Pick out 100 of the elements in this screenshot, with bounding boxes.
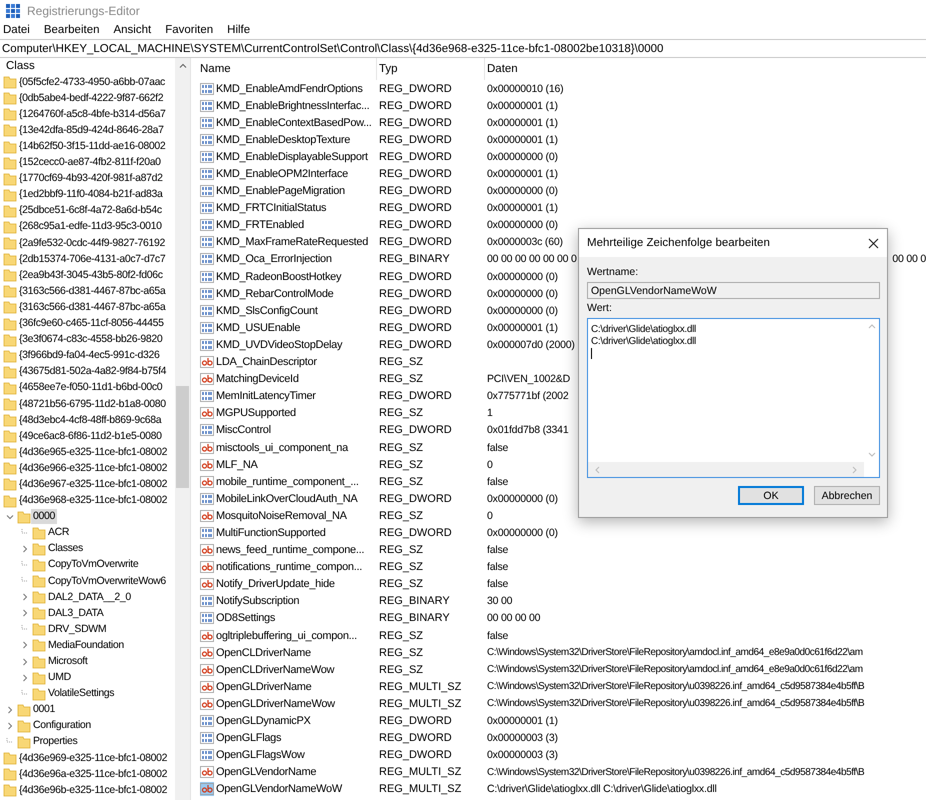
scroll-thumb[interactable] xyxy=(176,386,189,488)
tree-item[interactable]: DAL3_DATA xyxy=(46,606,106,621)
chevron-down-icon[interactable] xyxy=(6,512,14,521)
tree-item[interactable]: {14b62f50-3f15-11dd-ae16-08002 xyxy=(17,139,168,154)
table-cell[interactable]: news_feed_runtime_compone... xyxy=(216,544,364,556)
tree-item[interactable]: {43675d81-502a-4a82-9f84-b75f4 xyxy=(17,364,168,380)
table-cell[interactable]: KMD_UVDVideoStopDelay xyxy=(216,338,342,351)
table-cell[interactable]: OpenGLDriverNameWow xyxy=(216,698,335,710)
table-cell[interactable]: OpenGLVendorName xyxy=(216,766,316,778)
table-cell[interactable]: OpenGLVendorNameWoW xyxy=(216,783,342,796)
table-cell[interactable]: KMD_EnableAmdFendrOptions xyxy=(216,82,363,95)
table-cell[interactable]: KMD_EnablePageMigration xyxy=(216,185,345,198)
address-bar[interactable]: Computer\HKEY_LOCAL_MACHINE\SYSTEM\CurrentControlSet\Control\Class\{4d36e968-e325-11ce-bfc1-08002be10318}\0000 xyxy=(0,39,926,58)
table-cell[interactable]: MultiFunctionSupported xyxy=(216,526,326,539)
tree-item[interactable]: CopyToVmOverwrite xyxy=(46,557,140,572)
table-cell[interactable]: Notify_DriverUpdate_hide xyxy=(216,578,335,590)
chevron-right-icon[interactable] xyxy=(6,722,14,730)
menu-item[interactable]: Hilfe xyxy=(224,24,258,36)
table-cell[interactable]: NotifySubscription xyxy=(216,595,300,608)
column-header[interactable]: Name xyxy=(195,58,377,80)
tree-item[interactable]: {36fc9e60-c465-11cf-8056-44455 xyxy=(17,316,166,332)
tree-item[interactable]: Configuration xyxy=(31,718,93,734)
chevron-right-icon[interactable] xyxy=(21,544,29,553)
tree-item[interactable]: {4d36e96b-e325-11ce-bfc1-08002 xyxy=(17,782,170,798)
tree-item[interactable]: {2a9fe532-0cdc-44f9-9827-76192 xyxy=(17,236,167,251)
tree-item[interactable]: Microsoft xyxy=(46,654,90,670)
tree-item[interactable]: DRV_SDWM xyxy=(46,622,108,637)
tree-item[interactable]: {13e42dfa-85d9-424d-8646-28a7 xyxy=(17,122,166,138)
table-cell[interactable]: KMD_SlsConfigCount xyxy=(216,304,318,317)
menu-item[interactable]: Bearbeiten xyxy=(40,24,106,36)
tree-item[interactable]: {49ce6ac8-6f86-11d2-b1e5-0080 xyxy=(17,428,164,444)
table-cell[interactable]: KMD_EnableBrightnessInterfac... xyxy=(216,100,370,112)
chevron-right-icon[interactable] xyxy=(21,641,29,650)
tree-item[interactable]: {1770cf69-4b93-420f-981f-a87d2 xyxy=(17,171,165,186)
tree-item[interactable]: {0db5abe4-bedf-4222-9f87-662f2 xyxy=(17,90,166,106)
ok-button[interactable]: OK xyxy=(738,486,804,505)
tree-item[interactable]: {3f966bd9-fa04-4ec5-991c-d326 xyxy=(17,348,162,364)
table-cell[interactable]: MosquitoNoiseRemoval_NA xyxy=(216,510,347,522)
table-cell[interactable]: KMD_EnableDesktopTexture xyxy=(216,134,350,146)
table-cell[interactable]: OpenGLFlagsWow xyxy=(216,749,305,762)
tree-item[interactable]: Properties xyxy=(31,734,80,750)
table-cell[interactable]: MatchingDeviceId xyxy=(216,373,299,386)
table-cell[interactable]: MGPUSupported xyxy=(216,407,296,420)
scroll-up-icon[interactable] xyxy=(178,62,186,70)
table-cell[interactable]: KMD_Oca_ErrorInjection xyxy=(216,253,332,266)
tree-item[interactable]: 0000 xyxy=(31,509,57,524)
tree-item[interactable]: CopyToVmOverwriteWow6 xyxy=(46,574,168,589)
tree-item[interactable]: {3e3f0674-c83c-4558-bb26-9820 xyxy=(17,332,164,348)
tree-item[interactable]: {4d36e96a-e325-11ce-bfc1-08002 xyxy=(17,766,170,782)
tree-item[interactable]: {05f5cfe2-4733-4950-a6bb-07aac xyxy=(17,74,167,90)
table-cell[interactable]: KMD_USUEnable xyxy=(216,322,300,334)
cancel-button[interactable]: Abbrechen xyxy=(814,486,880,505)
table-cell[interactable]: misctools_ui_component_na xyxy=(216,442,348,454)
menu-item[interactable]: Ansicht xyxy=(110,24,158,36)
tree-item[interactable]: 0001 xyxy=(31,702,57,718)
chevron-right-icon[interactable] xyxy=(21,674,29,682)
chevron-right-icon[interactable] xyxy=(21,593,29,602)
table-cell[interactable]: OpenGLDynamicPX xyxy=(216,715,311,728)
scrollbar[interactable] xyxy=(175,58,190,800)
table-cell[interactable]: LDA_ChainDescriptor xyxy=(216,356,317,368)
tree-item[interactable]: {4d36e966-e325-11ce-bfc1-08002 xyxy=(17,460,170,476)
table-cell[interactable]: OD8Settings xyxy=(216,612,276,624)
tree-item[interactable]: DAL2_DATA__2_0 xyxy=(46,590,133,605)
tree-item[interactable]: {1ed2bbf9-11f0-4084-b21f-ad83a xyxy=(17,187,164,202)
tree-item[interactable]: {4d36e969-e325-11ce-bfc1-08002 xyxy=(17,750,170,766)
tree-item[interactable]: {152cecc0-ae87-4fb2-811f-f20a0 xyxy=(17,155,163,170)
menu-item[interactable]: Favoriten xyxy=(162,24,220,36)
table-cell[interactable]: MLF_NA xyxy=(216,458,258,471)
table-cell[interactable]: ogltriplebuffering_ui_compon... xyxy=(216,630,357,642)
table-cell[interactable]: KMD_EnableDisplayableSupport xyxy=(216,150,368,163)
table-cell[interactable]: OpenCLDriverNameWow xyxy=(216,664,334,676)
tree-item[interactable]: {4d36e965-e325-11ce-bfc1-08002 xyxy=(17,444,170,460)
column-header[interactable]: Daten xyxy=(485,58,785,80)
tree-item[interactable]: {25dbce51-6c8f-4a72-8a6d-b54c xyxy=(17,203,164,218)
tree-item[interactable]: {4658ee7e-f050-11d1-b6bd-00c0 xyxy=(17,380,164,396)
chevron-right-icon[interactable] xyxy=(21,658,29,666)
table-cell[interactable]: OpenCLDriverName xyxy=(216,646,311,659)
table-cell[interactable]: notifications_runtime_compon... xyxy=(216,561,362,574)
tree-item[interactable]: Class xyxy=(0,60,35,72)
table-cell[interactable]: OpenGLFlags xyxy=(216,732,282,744)
tree-item[interactable]: {268c95a1-edfe-11d3-95c3-0010 xyxy=(17,219,164,234)
tree-item[interactable]: VolatileSettings xyxy=(46,686,116,702)
tree-item[interactable]: {2db15374-706e-4131-a0c7-d7c7 xyxy=(17,252,168,267)
tree-item[interactable]: Classes xyxy=(46,541,85,556)
tree-item[interactable]: UMD xyxy=(46,670,73,686)
chevron-right-icon[interactable] xyxy=(6,706,14,714)
table-cell[interactable]: KMD_MaxFrameRateRequested xyxy=(216,236,368,248)
tree-item[interactable]: {48721b56-6795-11d2-b1a8-0080 xyxy=(17,396,168,412)
tree-item[interactable]: {1264760f-a5c8-4bfe-b314-d56a7 xyxy=(17,106,168,122)
tree-item[interactable]: {2ea9b43f-3045-43b5-80f2-fd06c xyxy=(17,268,165,283)
tree-item[interactable]: {48d3ebc4-4cf8-48ff-b869-9c68a xyxy=(17,412,164,428)
tree-item[interactable]: {4d36e968-e325-11ce-bfc1-08002 xyxy=(17,493,170,508)
table-cell[interactable]: MemInitLatencyTimer xyxy=(216,390,316,402)
tree-item[interactable]: MediaFoundation xyxy=(46,638,126,653)
table-cell[interactable]: MobileLinkOverCloudAuth_NA xyxy=(216,492,358,505)
table-cell[interactable]: mobile_runtime_component_... xyxy=(216,476,359,488)
table-cell[interactable]: KMD_FRTEnabled xyxy=(216,219,304,232)
table-cell[interactable]: KMD_EnableContextBasedPow... xyxy=(216,116,372,129)
table-cell[interactable]: MiscControl xyxy=(216,424,271,436)
table-cell[interactable]: KMD_RebarControlMode xyxy=(216,288,334,300)
